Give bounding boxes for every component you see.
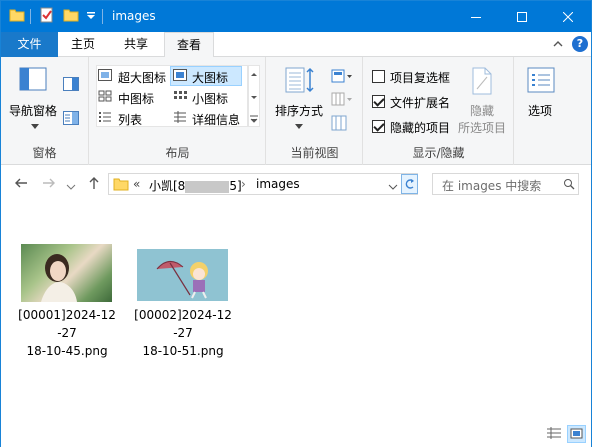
item-checkboxes-checkbox[interactable] — [372, 70, 385, 83]
small-icons-icon — [173, 90, 187, 105]
new-folder-icon[interactable] — [63, 7, 81, 25]
breadcrumb-user-label: 小凯[8 — [149, 179, 186, 193]
preview-pane-icon[interactable] — [63, 77, 79, 94]
tab-home[interactable]: 主页 — [58, 32, 108, 57]
layout-medium[interactable]: 中图标 — [118, 90, 154, 107]
options-button[interactable]: 选项 — [528, 102, 552, 119]
forward-button[interactable] — [39, 176, 59, 194]
properties-icon[interactable] — [39, 7, 57, 25]
file-name: [00002]2024-12 -27 18-10-51.png — [128, 306, 238, 360]
file-name-line-1: [00002]2024-12 — [134, 308, 232, 322]
details-icon — [173, 111, 187, 126]
title-bar: images — [1, 1, 591, 32]
help-icon[interactable]: ? — [572, 36, 588, 52]
explorer-window: images 文件 主页 共享 查看 ? 导航窗格 窗格 超大图标 大图标 中图… — [0, 0, 592, 447]
minimize-button[interactable] — [453, 1, 499, 32]
breadcrumb-user[interactable]: 小凯[8 5] — [149, 177, 242, 194]
layout-small[interactable]: 小图标 — [192, 90, 228, 107]
options-group: 选项 — [515, 57, 567, 165]
search-placeholder: 在 images 中搜索 — [442, 179, 542, 193]
group-panes-label: 窗格 — [32, 146, 57, 160]
layout-list[interactable]: 列表 — [118, 111, 142, 128]
file-name-line-1: [00001]2024-12 — [18, 308, 116, 322]
hide-selected-label-1: 隐藏 — [470, 104, 495, 118]
file-item-1[interactable]: [00001]2024-12 -27 18-10-45.png — [12, 242, 122, 362]
recent-locations-icon[interactable] — [66, 180, 76, 194]
group-show-hide: 项目复选框 文件扩展名 隐藏的项目 隐藏 所选项目 显示/隐藏 — [364, 57, 514, 165]
chevron-down-icon — [295, 119, 303, 133]
large-icons-icon — [173, 69, 187, 84]
ribbon: 导航窗格 窗格 超大图标 大图标 中图标 小图标 列表 详细信息 布局 排序方式… — [1, 57, 591, 165]
hide-selected-label-2: 所选项目 — [458, 121, 507, 135]
breadcrumb-user-tail: 5] — [229, 179, 242, 193]
hidden-items-checkbox[interactable] — [372, 120, 385, 133]
navigation-pane-icon[interactable] — [19, 67, 47, 94]
extra-large-icons-icon — [98, 69, 112, 84]
size-columns-icon[interactable] — [331, 115, 347, 134]
customize-toolbar-icon[interactable] — [85, 9, 103, 27]
address-bar[interactable]: « 小凯[8 5] › images — [108, 173, 418, 195]
file-extensions-checkbox[interactable] — [372, 95, 385, 108]
expand-ribbon-icon[interactable] — [552, 38, 564, 53]
navigation-pane-button[interactable]: 导航窗格 — [9, 102, 57, 119]
thumbnail-image — [21, 244, 112, 302]
group-layout: 超大图标 大图标 中图标 小图标 列表 详细信息 布局 — [90, 57, 266, 165]
search-input[interactable]: 在 images 中搜索 — [432, 173, 579, 195]
folder-icon — [113, 176, 129, 195]
close-button[interactable] — [545, 1, 591, 32]
breadcrumb-separator: › — [241, 177, 246, 191]
sort-icon[interactable] — [285, 67, 315, 98]
search-icon — [563, 178, 575, 193]
file-name: [00001]2024-12 -27 18-10-45.png — [12, 306, 122, 360]
ribbon-tabs: 文件 主页 共享 查看 ? — [1, 32, 591, 58]
file-name-line-3: 18-10-45.png — [26, 344, 108, 358]
layout-large[interactable]: 大图标 — [192, 69, 228, 86]
list-icon — [98, 111, 112, 126]
gallery-scroll[interactable] — [248, 65, 260, 127]
item-checkboxes-label: 项目复选框 — [390, 71, 451, 85]
address-dropdown-icon[interactable] — [388, 180, 398, 194]
group-by-icon[interactable] — [331, 69, 353, 86]
add-columns-icon[interactable] — [331, 92, 353, 109]
layout-details[interactable]: 详细信息 — [192, 111, 240, 128]
file-name-line-3: 18-10-51.png — [142, 344, 224, 358]
file-extensions-label: 文件扩展名 — [390, 96, 451, 110]
breadcrumb-current[interactable]: images — [256, 177, 300, 191]
tab-share[interactable]: 共享 — [110, 32, 162, 57]
group-current-view-label: 当前视图 — [290, 146, 339, 160]
details-pane-icon[interactable] — [63, 111, 79, 128]
options-icon[interactable] — [527, 67, 555, 96]
maximize-button[interactable] — [499, 1, 545, 32]
medium-icons-icon — [98, 90, 112, 105]
tab-view[interactable]: 查看 — [164, 32, 214, 58]
details-view-icon[interactable] — [546, 427, 562, 444]
tab-file[interactable]: 文件 — [1, 32, 58, 57]
hide-selected-icon[interactable] — [471, 67, 493, 98]
file-name-line-2: -27 — [57, 326, 77, 340]
folder-icon — [9, 7, 27, 25]
thumbnail-image — [137, 249, 228, 301]
sort-button[interactable]: 排序方式 — [275, 102, 323, 119]
file-name-line-2: -27 — [173, 326, 193, 340]
group-panes: 导航窗格 窗格 — [1, 57, 89, 165]
layout-extra-large[interactable]: 超大图标 — [118, 69, 166, 86]
refresh-button[interactable] — [401, 174, 418, 194]
file-item-2[interactable]: [00002]2024-12 -27 18-10-51.png — [128, 242, 238, 362]
large-icons-view-button[interactable] — [567, 425, 586, 443]
window-title: images — [112, 9, 156, 23]
group-layout-label: 布局 — [165, 146, 190, 160]
redacted-block — [185, 180, 230, 193]
file-view: [00001]2024-12 -27 18-10-45.png [00002]2… — [1, 202, 591, 422]
group-current-view: 排序方式 当前视图 — [267, 57, 363, 165]
up-button[interactable] — [87, 176, 101, 193]
breadcrumb-overflow[interactable]: « — [133, 177, 140, 191]
status-bar — [1, 422, 591, 447]
chevron-down-icon — [31, 119, 39, 133]
group-show-hide-label: 显示/隐藏 — [412, 146, 465, 160]
back-button[interactable] — [11, 176, 31, 194]
hidden-items-label: 隐藏的项目 — [390, 121, 451, 135]
